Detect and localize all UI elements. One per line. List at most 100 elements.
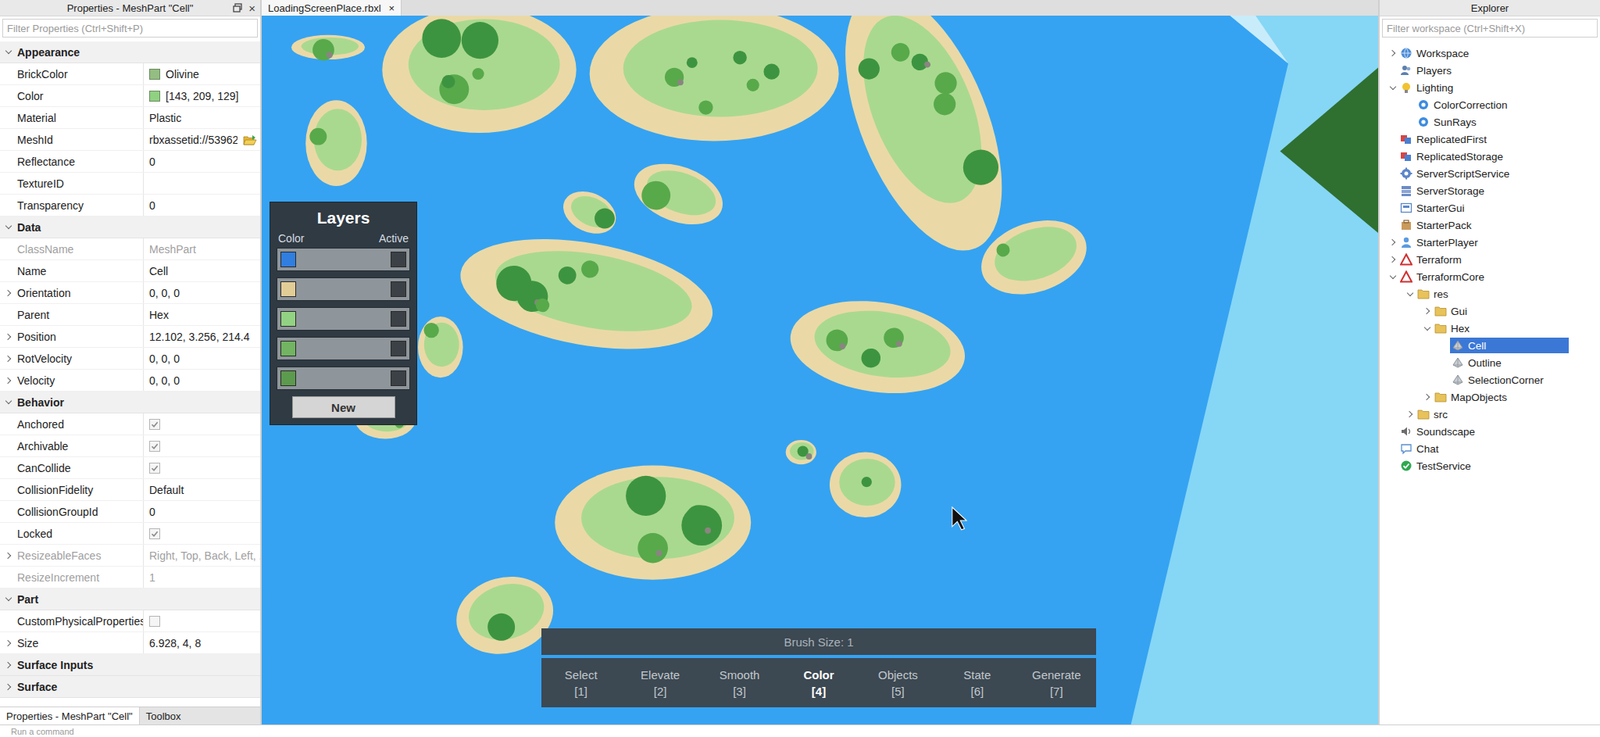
layer-row[interactable] — [276, 307, 411, 331]
layer-row[interactable] — [276, 336, 411, 361]
tree-expand-arrow[interactable] — [1404, 411, 1416, 417]
tree-item-label[interactable]: ColorCorrection — [1433, 99, 1508, 111]
tool-button[interactable]: Select[1] — [541, 657, 621, 708]
property-value-cell[interactable]: 6.928, 4, 8 — [142, 632, 261, 654]
tree-expand-arrow[interactable] — [1421, 308, 1433, 314]
tree-item-content[interactable]: Outline — [1450, 354, 1507, 371]
tree-item-content[interactable]: Hex — [1432, 320, 1475, 336]
tree-item-label[interactable]: res — [1433, 288, 1449, 300]
tree-item[interactable]: Lighting — [1379, 78, 1600, 97]
property-value-cell[interactable]: 0, 0, 0 — [142, 282, 261, 304]
tree-item[interactable]: Workspace — [1379, 44, 1600, 62]
tree-item-content[interactable]: StarterPlayer — [1398, 234, 1483, 250]
expand-arrow-icon[interactable] — [0, 290, 18, 296]
tree-item[interactable]: StarterPack — [1379, 216, 1600, 234]
layer-active-toggle[interactable] — [390, 251, 407, 268]
property-value-cell[interactable]: Olivine — [142, 63, 261, 85]
tree-item-content[interactable]: TerraformCore — [1398, 268, 1490, 285]
tree-item-label[interactable]: TerraformCore — [1416, 271, 1485, 283]
tree-item-label[interactable]: Gui — [1450, 305, 1468, 318]
3d-viewport[interactable]: LayersColorActiveNewBrush Size: 1Select[… — [261, 15, 1379, 725]
layer-color-swatch[interactable] — [280, 281, 297, 297]
property-value[interactable]: Plastic — [149, 111, 182, 125]
property-value[interactable]: Olivine — [165, 67, 200, 81]
property-value[interactable]: 6.928, 4, 8 — [149, 636, 201, 650]
tree-item-content[interactable]: TestService — [1398, 457, 1476, 474]
tree-item-label[interactable]: StarterPack — [1416, 219, 1472, 232]
expand-arrow-icon[interactable] — [0, 684, 18, 690]
property-value-cell[interactable]: 0 — [142, 500, 261, 522]
tree-item-content[interactable]: Chat — [1398, 440, 1444, 457]
tree-item[interactable]: ReplicatedFirst — [1379, 130, 1600, 148]
panel-tab-wrap[interactable]: Toolbox — [139, 707, 188, 725]
section-header[interactable]: Surface Inputs — [0, 653, 261, 676]
section-header[interactable]: Part — [0, 588, 261, 611]
tree-item[interactable]: MapObjects — [1379, 388, 1600, 406]
property-value-cell[interactable] — [142, 413, 261, 435]
tool-button[interactable]: Generate[7] — [1017, 657, 1097, 708]
command-bar[interactable]: Run a command — [0, 724, 1600, 737]
tree-item[interactable]: Chat — [1379, 439, 1600, 458]
tree-item-label[interactable]: Hex — [1450, 322, 1470, 335]
tree-item-content[interactable]: Gui — [1432, 303, 1472, 319]
explorer-filter-input[interactable] — [1386, 22, 1593, 35]
tree-item-label[interactable]: SunRays — [1433, 116, 1477, 129]
tree-item-label[interactable]: Terraform — [1416, 253, 1462, 266]
expand-arrow-icon[interactable] — [0, 50, 18, 54]
tree-item-content[interactable]: Soundscape — [1398, 423, 1480, 440]
property-value-cell[interactable]: 0, 0, 0 — [142, 347, 261, 369]
tree-item-content[interactable]: Terraform — [1398, 251, 1467, 268]
tree-item-content[interactable]: StarterPack — [1398, 217, 1477, 233]
tree-item[interactable]: TerraformCore — [1379, 267, 1600, 286]
property-value[interactable]: 0 — [149, 505, 156, 518]
document-tab-label[interactable]: LoadingScreenPlace.rbxl — [267, 2, 382, 15]
tree-item-content[interactable]: Workspace — [1398, 45, 1474, 61]
property-value-cell[interactable] — [142, 457, 261, 479]
expand-arrow-icon[interactable] — [0, 662, 18, 668]
tree-item-label[interactable]: Players — [1416, 64, 1452, 77]
property-checkbox[interactable] — [149, 462, 161, 474]
panel-tab[interactable]: Properties - MeshPart "Cell" — [6, 710, 133, 722]
tool-button[interactable]: Color[4] — [778, 657, 858, 708]
tree-expand-arrow[interactable] — [1387, 50, 1399, 56]
property-value-cell[interactable]: MeshPart — [142, 238, 261, 260]
property-value[interactable]: 12.102, 3.256, 214.4 — [149, 330, 250, 343]
property-value[interactable]: 0 — [149, 155, 156, 168]
tree-item-content[interactable]: StarterGui — [1398, 200, 1470, 216]
tree-expand-arrow[interactable] — [1387, 239, 1399, 245]
tree-item-label[interactable]: SelectionCorner — [1467, 374, 1544, 386]
expand-arrow-icon[interactable] — [0, 597, 18, 600]
layer-color-swatch[interactable] — [280, 340, 297, 357]
property-value-cell[interactable]: Right, Top, Back, Left, ... — [142, 544, 261, 566]
tree-item-label[interactable]: MapObjects — [1450, 391, 1508, 404]
property-value-cell[interactable] — [142, 610, 261, 632]
expand-arrow-icon[interactable] — [0, 640, 18, 646]
expand-arrow-icon[interactable] — [0, 225, 18, 229]
properties-filter[interactable] — [2, 18, 258, 38]
tree-expand-arrow[interactable] — [1387, 257, 1399, 262]
tree-item[interactable]: SelectionCorner — [1379, 371, 1600, 389]
property-value[interactable]: MeshPart — [149, 242, 197, 256]
property-value-cell[interactable]: Default — [142, 478, 261, 500]
property-checkbox[interactable] — [149, 418, 161, 430]
property-value[interactable]: Hex — [149, 308, 169, 322]
layer-color-swatch[interactable] — [280, 370, 297, 386]
tree-item[interactable]: ColorCorrection — [1379, 96, 1600, 114]
tree-item-content[interactable]: MapObjects — [1432, 389, 1512, 405]
tree-item-content[interactable]: Cell — [1450, 337, 1569, 354]
expand-arrow-icon[interactable] — [0, 378, 18, 383]
tree-item-label[interactable]: ReplicatedFirst — [1416, 133, 1487, 146]
tree-item-content[interactable]: Lighting — [1398, 79, 1458, 96]
tree-expand-arrow[interactable] — [1387, 86, 1399, 90]
tree-item[interactable]: TestService — [1379, 457, 1600, 475]
property-checkbox[interactable] — [149, 528, 161, 540]
new-layer-button[interactable]: New — [292, 396, 396, 418]
tree-item-content[interactable]: ServerScriptService — [1398, 165, 1515, 182]
layer-active-toggle[interactable] — [390, 281, 407, 297]
tree-item-label[interactable]: TestService — [1416, 460, 1472, 472]
tree-expand-arrow[interactable] — [1404, 292, 1416, 296]
tree-item[interactable]: ServerScriptService — [1379, 164, 1600, 183]
section-header[interactable]: Appearance — [0, 41, 261, 64]
property-value-cell[interactable]: Cell — [142, 260, 261, 282]
section-header[interactable]: Data — [0, 216, 261, 239]
